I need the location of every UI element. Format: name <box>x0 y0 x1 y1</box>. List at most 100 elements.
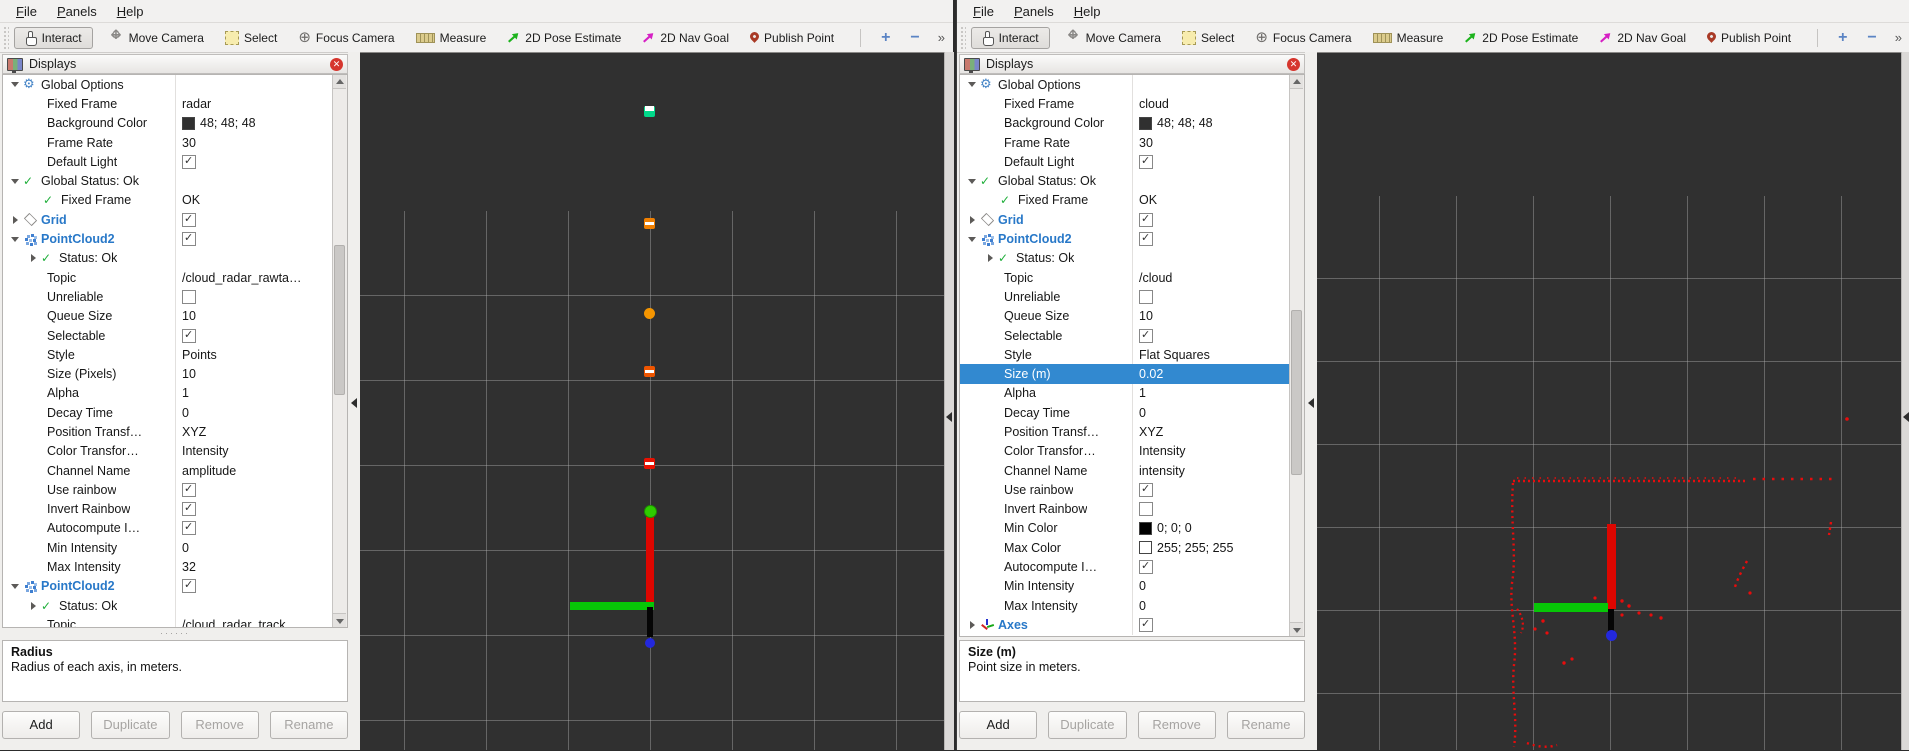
color-swatch[interactable] <box>1139 117 1152 130</box>
tree-row-axes[interactable]: Axes <box>960 615 1304 634</box>
tree-row-selectable[interactable]: Selectable <box>960 326 1304 345</box>
checkbox-unchecked[interactable] <box>1139 290 1153 304</box>
tree-row-min-intensity[interactable]: Min Intensity0 <box>960 577 1304 596</box>
right-panel-collapse-strip[interactable] <box>944 52 954 750</box>
tree-row-style[interactable]: StyleFlat Squares <box>960 345 1304 364</box>
expander-closed-icon[interactable] <box>964 621 980 629</box>
tree-row-use-rainbow[interactable]: Use rainbow <box>960 480 1304 499</box>
tree-row-color-transfor-[interactable]: Color Transfor…Intensity <box>960 442 1304 461</box>
tool-2d-nav-goal[interactable]: 2D Nav Goal <box>1594 28 1691 48</box>
tree-row-fixed-frame[interactable]: ✓Fixed FrameOK <box>3 191 347 210</box>
tree-row-invert-rainbow[interactable]: Invert Rainbow <box>3 500 347 519</box>
tree-row-global-status-ok[interactable]: ✓Global Status: Ok <box>3 171 347 190</box>
tool-2d-nav-goal[interactable]: 2D Nav Goal <box>637 28 734 48</box>
tree-row-global-options[interactable]: ⚙Global Options <box>960 75 1304 94</box>
tool-2d-pose-estimate[interactable]: 2D Pose Estimate <box>502 28 626 48</box>
right-panel-collapse-strip[interactable] <box>1901 52 1909 750</box>
tree-row-frame-rate[interactable]: Frame Rate30 <box>960 133 1304 152</box>
toolbar-drag-handle[interactable] <box>4 27 9 49</box>
tree-row-alpha[interactable]: Alpha1 <box>960 384 1304 403</box>
tree-row-grid[interactable]: Grid <box>3 210 347 229</box>
expander-closed-icon[interactable] <box>7 216 23 224</box>
tree-row-fixed-frame[interactable]: Fixed Frameradar <box>3 94 347 113</box>
tree-row-fixed-frame[interactable]: Fixed Framecloud <box>960 94 1304 113</box>
tree-row-global-options[interactable]: ⚙Global Options <box>3 75 347 94</box>
tool-measure[interactable]: Measure <box>1368 28 1449 48</box>
tree-row-unreliable[interactable]: Unreliable <box>3 287 347 306</box>
tool-measure[interactable]: Measure <box>411 28 492 48</box>
checkbox-checked[interactable] <box>1139 329 1153 343</box>
checkbox-checked[interactable] <box>1139 618 1153 632</box>
tree-row-pointcloud2[interactable]: PointCloud2 <box>3 229 347 248</box>
tool-focus-camera[interactable]: ⊕Focus Camera <box>293 28 399 48</box>
tool-publish-point[interactable]: Publish Point <box>1702 28 1796 48</box>
toolbar-overflow-button[interactable]: » <box>930 30 947 45</box>
tree-row-use-rainbow[interactable]: Use rainbow <box>3 480 347 499</box>
tool-interact[interactable]: Interact <box>971 27 1050 49</box>
checkbox-checked[interactable] <box>182 521 196 535</box>
color-swatch[interactable] <box>1139 522 1152 535</box>
checkbox-checked[interactable] <box>182 579 196 593</box>
expander-open-icon[interactable] <box>7 237 23 242</box>
toolbar-drag-handle[interactable] <box>961 27 966 49</box>
tree-row-autocompute-i-[interactable]: Autocompute I… <box>960 557 1304 576</box>
zoom-out-button[interactable]: − <box>900 28 929 48</box>
zoom-out-button[interactable]: − <box>1857 28 1886 48</box>
scrollbar-thumb[interactable] <box>1291 310 1302 475</box>
expander-open-icon[interactable] <box>964 237 980 242</box>
scrollbar-thumb[interactable] <box>334 245 345 395</box>
tool-select[interactable]: Select <box>1177 28 1239 48</box>
checkbox-checked[interactable] <box>182 155 196 169</box>
scroll-down-icon[interactable] <box>333 613 346 627</box>
checkbox-checked[interactable] <box>1139 232 1153 246</box>
scroll-up-icon[interactable] <box>333 75 346 89</box>
checkbox-checked[interactable] <box>182 483 196 497</box>
tree-row-status-ok[interactable]: ✓Status: Ok <box>960 249 1304 268</box>
menu-file[interactable]: File <box>963 2 1004 21</box>
tree-scrollbar[interactable] <box>1289 75 1304 636</box>
3d-viewport[interactable] <box>360 52 944 750</box>
panel-viewport-splitter[interactable] <box>1305 52 1317 750</box>
checkbox-checked[interactable] <box>182 502 196 516</box>
checkbox-checked[interactable] <box>182 213 196 227</box>
tree-row-topic[interactable]: Topic/cloud_radar_rawta… <box>3 268 347 287</box>
tree-row-min-intensity[interactable]: Min Intensity0 <box>3 538 347 557</box>
panel-viewport-splitter[interactable] <box>348 52 360 750</box>
menu-help[interactable]: Help <box>1064 2 1111 21</box>
menu-panels[interactable]: Panels <box>1004 2 1064 21</box>
expander-open-icon[interactable] <box>964 82 980 87</box>
expander-closed-icon[interactable] <box>982 254 998 262</box>
tree-row-queue-size[interactable]: Queue Size10 <box>960 307 1304 326</box>
tool-select[interactable]: Select <box>220 28 282 48</box>
checkbox-checked[interactable] <box>1139 560 1153 574</box>
tool-2d-pose-estimate[interactable]: 2D Pose Estimate <box>1459 28 1583 48</box>
expander-closed-icon[interactable] <box>25 602 41 610</box>
tool-move-camera[interactable]: ↔↕Move Camera <box>104 27 209 48</box>
tree-row-position-transf-[interactable]: Position Transf…XYZ <box>3 422 347 441</box>
tree-row-max-intensity[interactable]: Max Intensity32 <box>3 557 347 576</box>
add-button[interactable]: Add <box>959 711 1037 739</box>
zoom-in-button[interactable]: + <box>871 28 900 48</box>
expander-open-icon[interactable] <box>7 179 23 184</box>
tree-row-queue-size[interactable]: Queue Size10 <box>3 307 347 326</box>
expander-open-icon[interactable] <box>7 82 23 87</box>
tree-row-decay-time[interactable]: Decay Time0 <box>3 403 347 422</box>
tree-row-selectable[interactable]: Selectable <box>3 326 347 345</box>
tree-row-color-transfor-[interactable]: Color Transfor…Intensity <box>3 442 347 461</box>
tree-row-size-m-[interactable]: Size (m)0.02 <box>960 364 1304 383</box>
tree-row-max-intensity[interactable]: Max Intensity0 <box>960 596 1304 615</box>
tree-row-pointcloud2[interactable]: PointCloud2 <box>3 577 347 596</box>
zoom-in-button[interactable]: + <box>1828 28 1857 48</box>
menu-panels[interactable]: Panels <box>47 2 107 21</box>
tree-row-min-color[interactable]: Min Color0; 0; 0 <box>960 519 1304 538</box>
tree-row-frame-rate[interactable]: Frame Rate30 <box>3 133 347 152</box>
tree-row-decay-time[interactable]: Decay Time0 <box>960 403 1304 422</box>
tree-row-background-color[interactable]: Background Color48; 48; 48 <box>960 114 1304 133</box>
tree-scrollbar[interactable] <box>332 75 347 627</box>
menu-file[interactable]: File <box>6 2 47 21</box>
tree-row-invert-rainbow[interactable]: Invert Rainbow <box>960 500 1304 519</box>
tool-interact[interactable]: Interact <box>14 27 93 49</box>
expander-open-icon[interactable] <box>7 584 23 589</box>
3d-viewport[interactable] <box>1317 52 1901 750</box>
checkbox-unchecked[interactable] <box>1139 502 1153 516</box>
